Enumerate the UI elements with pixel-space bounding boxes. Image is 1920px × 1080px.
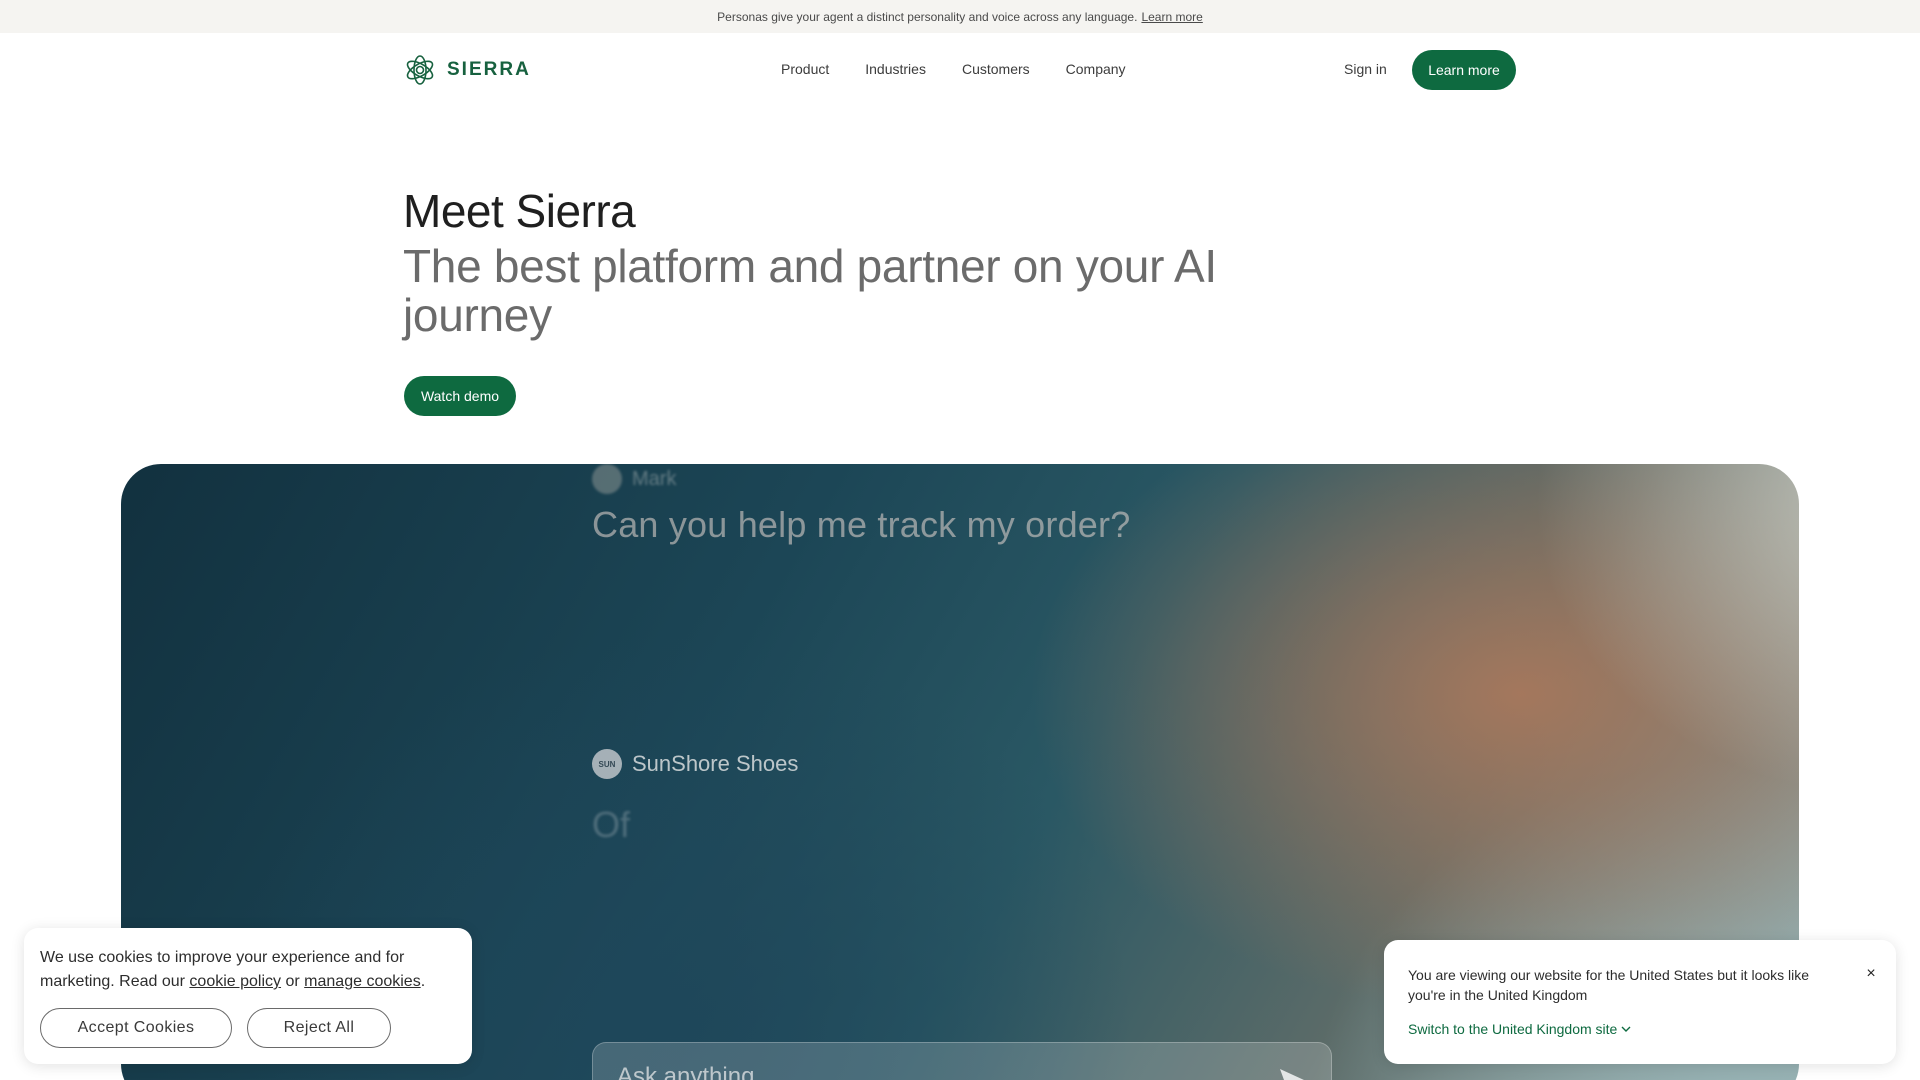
announcement-learn-more-link[interactable]: Learn more — [1141, 10, 1202, 24]
agent-typing-text: Of — [592, 804, 631, 845]
switch-region-label: Switch to the United Kingdom site — [1408, 1021, 1618, 1037]
chat-input[interactable] — [617, 1063, 1237, 1080]
accept-cookies-button[interactable]: Accept Cookies — [40, 1008, 232, 1048]
sierra-logo-icon — [406, 55, 434, 85]
nav-item-customers[interactable]: Customers — [962, 61, 1030, 77]
cookie-banner: We use cookies to improve your experienc… — [24, 928, 472, 1064]
watch-demo-button[interactable]: Watch demo — [404, 376, 516, 416]
cookie-period: . — [420, 973, 426, 990]
user-question: Can you help me track my order? — [592, 504, 1131, 545]
user-avatar — [592, 464, 622, 494]
nav-item-company[interactable]: Company — [1066, 61, 1126, 77]
top-nav: SIERRA Product Industries Customers Comp… — [0, 33, 1920, 107]
manage-cookies-link[interactable]: manage cookies — [304, 973, 421, 990]
brand-avatar: SUN — [592, 749, 622, 779]
region-message: You are viewing our website for the Unit… — [1408, 967, 1810, 1003]
cookie-or-text: or — [285, 973, 300, 990]
hero-subtitle: The best platform and partner on your AI… — [403, 240, 1217, 341]
nav-item-product[interactable]: Product — [781, 61, 829, 77]
logo-wordmark: SIERRA — [447, 59, 531, 80]
cookie-message: We use cookies to improve your experienc… — [40, 946, 440, 994]
chevron-down-icon — [1621, 1026, 1631, 1032]
agent-message-header: SUN SunShore Shoes — [592, 749, 798, 779]
region-banner: You are viewing our website for the Unit… — [1384, 940, 1896, 1064]
nav-links: Product Industries Customers Company — [781, 61, 1126, 77]
announcement-bar: Personas give your agent a distinct pers… — [0, 0, 1920, 33]
sign-in-link[interactable]: Sign in — [1344, 61, 1387, 77]
nav-item-industries[interactable]: Industries — [865, 61, 926, 77]
switch-region-link[interactable]: Switch to the United Kingdom site — [1408, 1021, 1631, 1037]
chat-input-box — [592, 1042, 1332, 1080]
announcement-text: Personas give your agent a distinct pers… — [717, 9, 1138, 24]
sierra-logo[interactable]: SIERRA — [403, 51, 531, 89]
send-icon[interactable] — [1277, 1065, 1307, 1080]
hero-title: Meet Sierra — [403, 185, 636, 237]
nav-learn-more-button[interactable]: Learn more — [1412, 50, 1516, 90]
brand-name: SunShore Shoes — [632, 751, 799, 776]
cookie-policy-link[interactable]: cookie policy — [189, 973, 281, 990]
user-message-header: Mark — [592, 464, 676, 494]
user-name: Mark — [632, 467, 677, 490]
close-icon[interactable]: × — [1863, 965, 1879, 987]
reject-all-button[interactable]: Reject All — [247, 1008, 391, 1048]
